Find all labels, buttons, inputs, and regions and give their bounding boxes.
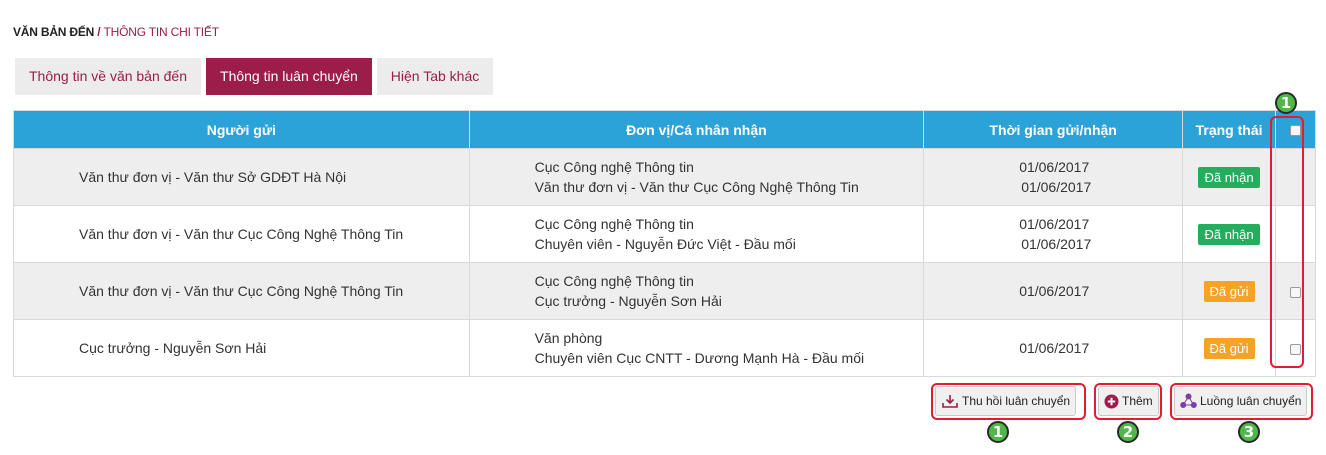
- breadcrumb: VĂN BẢN ĐẾN / THÔNG TIN CHI TIẾT: [13, 25, 219, 39]
- cell-status: Đã nhận: [1182, 148, 1277, 206]
- cell-status: Đã gửi: [1182, 319, 1277, 377]
- receiver-person: Văn thư đơn vị - Văn thư Cục Công Nghệ T…: [534, 179, 859, 195]
- header-status: Trạng thái: [1182, 110, 1277, 149]
- add-label: Thêm: [1122, 394, 1153, 408]
- checkbox-column-highlight: [1270, 116, 1304, 368]
- tab-bar: Thông tin về văn bản đến Thông tin luân …: [15, 58, 498, 95]
- tab-show-other[interactable]: Hiện Tab khác: [376, 58, 494, 95]
- cell-sender: Văn thư đơn vị - Văn thư Cục Công Nghệ T…: [13, 262, 470, 320]
- marker-2: 2: [1117, 421, 1139, 443]
- cell-time: 01/06/2017: [923, 319, 1184, 377]
- receiver-person: Chuyên viên Cục CNTT - Dương Mạnh Hà - Đ…: [534, 350, 865, 366]
- cell-receiver: Cục Công nghệ Thông tin Cục trưởng - Nguy…: [468, 262, 925, 320]
- recall-circulation-button[interactable]: Thu hồi luân chuyển: [935, 386, 1077, 416]
- marker-1-top: 1: [1275, 92, 1297, 114]
- cell-status: Đã gửi: [1182, 262, 1277, 320]
- cell-sender: Văn thư đơn vị - Văn thư Cục Công Nghệ T…: [13, 205, 470, 263]
- receiver-unit: Cục Công nghệ Thông tin: [534, 159, 694, 175]
- time-sent: 01/06/2017: [1019, 216, 1090, 232]
- table-row: Văn thư đơn vị - Văn thư Cục Công Nghệ T…: [13, 205, 1316, 263]
- circulation-flow-button[interactable]: Luồng luân chuyển: [1174, 386, 1308, 416]
- time-received: 01/06/2017: [1021, 236, 1092, 252]
- cell-receiver: Cục Công nghệ Thông tin Chuyên viên - Ngu…: [468, 205, 925, 263]
- receiver-person: Cục trưởng - Nguyễn Sơn Hải: [534, 293, 722, 309]
- header-receiver: Đơn vị/Cá nhân nhận: [468, 110, 925, 149]
- cell-time: 01/06/2017 01/06/2017: [923, 148, 1184, 206]
- status-badge: Đã nhận: [1198, 166, 1260, 188]
- time-sent: 01/06/2017: [1019, 340, 1090, 356]
- cell-sender: Cục trưởng - Nguyễn Sơn Hải: [13, 319, 470, 377]
- table-row: Văn thư đơn vị - Văn thư Sở GDĐT Hà Nội …: [13, 148, 1316, 206]
- cell-time: 01/06/2017: [923, 262, 1184, 320]
- header-time: Thời gian gửi/nhận: [923, 110, 1184, 149]
- status-badge: Đã gửi: [1203, 337, 1255, 359]
- circulation-flow-label: Luồng luân chuyển: [1200, 394, 1302, 408]
- recall-download-icon: [941, 393, 959, 409]
- receiver-unit: Văn phòng: [534, 330, 603, 346]
- cell-sender: Văn thư đơn vị - Văn thư Sở GDĐT Hà Nội: [13, 148, 470, 206]
- breadcrumb-separator: /: [94, 25, 104, 39]
- breadcrumb-root[interactable]: VĂN BẢN ĐẾN: [13, 25, 94, 39]
- cell-status: Đã nhận: [1182, 205, 1277, 263]
- breadcrumb-current: THÔNG TIN CHI TIẾT: [103, 25, 219, 39]
- add-button[interactable]: Thêm: [1098, 386, 1159, 416]
- table-row: Văn thư đơn vị - Văn thư Cục Công Nghệ T…: [13, 262, 1316, 320]
- time-sent: 01/06/2017: [1019, 283, 1090, 299]
- time-sent: 01/06/2017: [1019, 159, 1090, 175]
- marker-3: 3: [1238, 421, 1260, 443]
- table-row: Cục trưởng - Nguyễn Sơn Hải Văn phòng Chu…: [13, 319, 1316, 377]
- table-header-row: Người gửi Đơn vị/Cá nhân nhận Thời gian …: [13, 110, 1316, 149]
- circulation-table: Người gửi Đơn vị/Cá nhân nhận Thời gian …: [13, 110, 1316, 377]
- cell-receiver: Văn phòng Chuyên viên Cục CNTT - Dương Mạ…: [468, 319, 925, 377]
- header-sender: Người gửi: [13, 110, 470, 149]
- share-nodes-icon: [1180, 393, 1197, 409]
- marker-1-bottom: 1: [987, 421, 1009, 443]
- cell-time: 01/06/2017 01/06/2017: [923, 205, 1184, 263]
- status-badge: Đã gửi: [1203, 280, 1255, 302]
- receiver-person: Chuyên viên - Nguyễn Đức Việt - Đầu mối: [534, 236, 796, 252]
- recall-circulation-label: Thu hồi luân chuyển: [962, 394, 1071, 408]
- cell-receiver: Cục Công nghệ Thông tin Văn thư đơn vị - …: [468, 148, 925, 206]
- tab-circulation-info[interactable]: Thông tin luân chuyển: [206, 58, 372, 95]
- tab-document-info[interactable]: Thông tin về văn bản đến: [15, 58, 202, 95]
- time-received: 01/06/2017: [1021, 179, 1092, 195]
- receiver-unit: Cục Công nghệ Thông tin: [534, 273, 694, 289]
- plus-circle-icon: [1104, 394, 1119, 409]
- status-badge: Đã nhận: [1198, 223, 1260, 245]
- receiver-unit: Cục Công nghệ Thông tin: [534, 216, 694, 232]
